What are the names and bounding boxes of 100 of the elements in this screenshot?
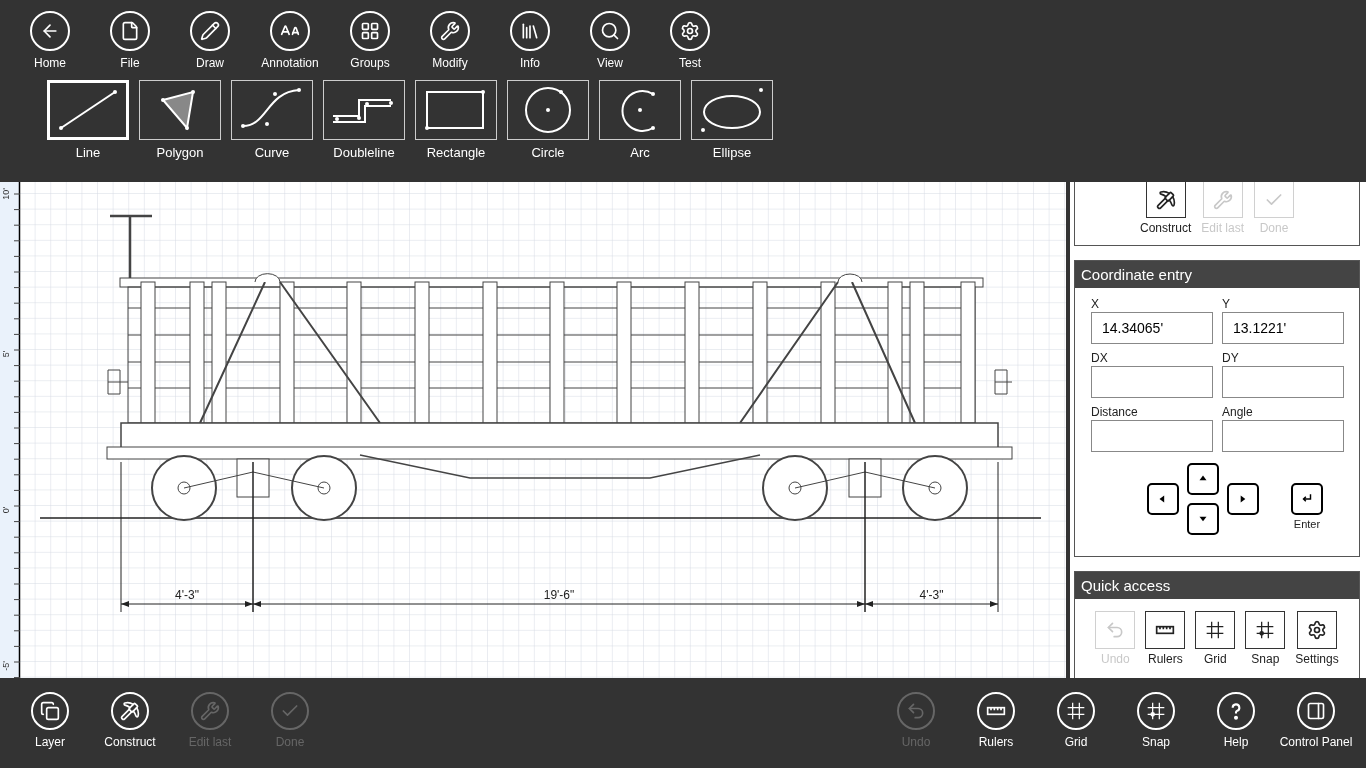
button-label: File: [120, 56, 140, 70]
pickaxe-icon: [1155, 189, 1176, 210]
button-label: Layer: [35, 735, 65, 749]
card-title: Quick access: [1075, 572, 1359, 599]
toolbar-button[interactable]: Rulers: [956, 692, 1036, 749]
field-label: X: [1091, 296, 1100, 312]
tool-button[interactable]: Doubleline: [323, 80, 405, 160]
button-label: Construct: [1139, 221, 1192, 235]
button-label: Help: [1223, 735, 1249, 749]
toolbar-button[interactable]: Groups: [330, 11, 410, 70]
panel-button[interactable]: Construct: [1139, 182, 1192, 235]
field-label: Y: [1222, 296, 1231, 312]
button-label: Enter: [1293, 518, 1321, 531]
ruler-label: 10': [1, 188, 11, 200]
snap-grid-icon: [1146, 701, 1166, 721]
settings-icon: [1307, 620, 1327, 640]
toolbar-button[interactable]: Annotation: [250, 11, 330, 70]
control-panel-icon: [1306, 701, 1326, 721]
button-label: Rulers: [978, 735, 1014, 749]
toolbar-button[interactable]: Modify: [410, 11, 490, 70]
four-squares-icon: [360, 21, 380, 41]
toolbar-button[interactable]: Control Panel: [1276, 692, 1356, 749]
tool-button[interactable]: Circle: [507, 80, 589, 160]
coordinate-field[interactable]: [1091, 366, 1213, 398]
wrench-icon: [440, 21, 460, 41]
button-label: Snap: [1251, 652, 1280, 666]
up-arrow-button[interactable]: [1187, 463, 1219, 495]
tool-button[interactable]: Rectangle: [415, 80, 497, 160]
settings-icon: [680, 21, 700, 41]
button-label: Settings: [1295, 652, 1339, 666]
panel-button[interactable]: Grid: [1195, 611, 1236, 666]
tool-button[interactable]: Arc: [599, 80, 681, 160]
wrench-icon: [1212, 189, 1233, 210]
toolbar-button[interactable]: Help: [1196, 692, 1276, 749]
toolbar-button[interactable]: Home: [10, 11, 90, 70]
panel-button[interactable]: Settings: [1295, 611, 1339, 666]
file-icon: [120, 21, 140, 41]
button-label: Annotation: [261, 56, 319, 70]
coordinate-field[interactable]: 13.1221': [1222, 312, 1344, 344]
left-arrow-button[interactable]: [1147, 483, 1179, 515]
search-icon: [600, 21, 620, 41]
panel-button[interactable]: Snap: [1245, 611, 1286, 666]
button-label: Groups: [350, 56, 390, 70]
grid-icon: [1205, 620, 1226, 640]
toolbar-button[interactable]: File: [90, 11, 170, 70]
button-label: Control Panel: [1279, 735, 1353, 749]
button-label: Test: [679, 56, 701, 70]
coordinate-field[interactable]: [1222, 420, 1344, 452]
button-label: Rulers: [1147, 652, 1183, 666]
button-label: Home: [34, 56, 66, 70]
field-label: Angle: [1222, 404, 1254, 420]
tool-label: Circle: [531, 145, 565, 160]
coordinate-field[interactable]: 14.34065': [1091, 312, 1213, 344]
tool-label: Doubleline: [333, 145, 395, 160]
toolbar-button[interactable]: Snap: [1116, 692, 1196, 749]
tool-button[interactable]: Curve: [231, 80, 313, 160]
field-label: DX: [1091, 350, 1109, 366]
drawing-canvas[interactable]: 10' 5' 0' -5' 4'-3" 19'-6" 4'-3": [0, 182, 1066, 678]
pickaxe-icon: [120, 701, 140, 721]
panel-button[interactable]: Rulers: [1145, 611, 1186, 666]
dimension-label: 19'-6": [543, 588, 575, 602]
button-label: Snap: [1142, 735, 1170, 749]
enter-button[interactable]: Enter: [1291, 483, 1323, 531]
toolbar-button[interactable]: Layer: [10, 692, 90, 749]
tool-button[interactable]: Line: [47, 80, 129, 160]
button-label: Info: [520, 56, 540, 70]
tool-button[interactable]: Polygon: [139, 80, 221, 160]
button-label: View: [597, 56, 623, 70]
dimension-label: 4'-3": [175, 588, 199, 602]
tool-label: Arc: [630, 145, 650, 160]
button-label: Modify: [432, 56, 468, 70]
coordinate-field[interactable]: [1091, 420, 1213, 452]
card-title: Coordinate entry: [1075, 261, 1359, 288]
snap-grid-icon: [1255, 620, 1276, 640]
undo-icon: [906, 701, 926, 721]
tool-label: Line: [75, 145, 101, 160]
field-label: DY: [1222, 350, 1240, 366]
wrench-icon: [200, 701, 220, 721]
button-label: Construct: [104, 735, 156, 749]
button-label: Grid: [1064, 735, 1088, 749]
field-label: Distance: [1091, 404, 1139, 420]
toolbar-button[interactable]: Info: [490, 11, 570, 70]
coordinate-field[interactable]: [1222, 366, 1344, 398]
toolbar-button[interactable]: Draw: [170, 11, 250, 70]
button-label: Grid: [1203, 652, 1227, 666]
toolbar-button[interactable]: Grid: [1036, 692, 1116, 749]
button-label: Draw: [196, 56, 224, 70]
right-arrow-button[interactable]: [1227, 483, 1259, 515]
ruler-label: -5': [1, 661, 11, 671]
tool-button[interactable]: Ellipse: [691, 80, 773, 160]
tool-label: Curve: [254, 145, 290, 160]
down-arrow-button[interactable]: [1187, 503, 1219, 535]
tool-label: Ellipse: [712, 145, 752, 160]
pencil-icon: [200, 21, 220, 41]
layers-icon: [40, 701, 60, 721]
tool-label: Polygon: [156, 145, 204, 160]
toolbar-button[interactable]: Test: [650, 11, 730, 70]
toolbar-button[interactable]: Construct: [90, 692, 170, 749]
toolbar-button[interactable]: View: [570, 11, 650, 70]
ruler-label: 5': [1, 350, 11, 358]
